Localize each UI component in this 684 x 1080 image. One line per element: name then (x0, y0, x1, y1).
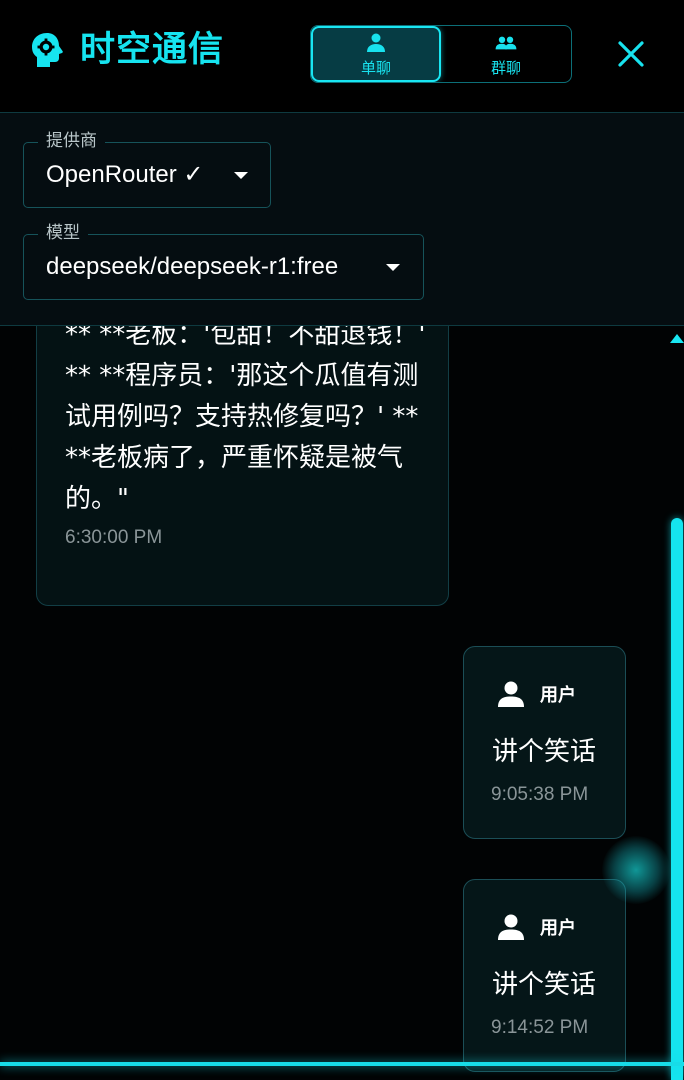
message-timestamp: 9:14:52 PM (491, 1017, 589, 1038)
person-icon (498, 914, 524, 940)
message-line: 试用例吗？支持热修复吗？' ** (65, 402, 419, 432)
provider-label: 提供商 (38, 130, 105, 152)
assistant-message-text: ** **老板：'包甜！不甜退钱！' ** **程序员：'那这个瓜值有测 试用例… (65, 326, 426, 520)
head-gear-icon (32, 33, 63, 67)
group-icon (495, 36, 517, 49)
provider-value: OpenRouter ✓ (46, 161, 204, 188)
message-line: 的。" (65, 484, 129, 514)
provider-select[interactable]: 提供商 OpenRouter ✓ (23, 130, 271, 208)
message-line: **老板病了，严重怀疑是被气 (65, 443, 404, 473)
model-select[interactable]: 模型 deepseek/deepseek-r1:free (23, 222, 424, 300)
sender-name: 用户 (540, 918, 576, 939)
user-message-text: 讲个笑话 (492, 737, 597, 767)
user-message: 用户 讲个笑话 9:05:38 PM (463, 646, 626, 839)
chevron-down-icon (234, 172, 248, 179)
message-timestamp: 6:30:00 PM (65, 527, 163, 548)
close-icon (618, 41, 644, 67)
scrollbar-thumb[interactable] (671, 518, 683, 1080)
model-value: deepseek/deepseek-r1:free (46, 253, 339, 280)
scrollbar[interactable] (670, 326, 684, 1080)
assistant-message: ** **老板：'包甜！不甜退钱！' ** **程序员：'那这个瓜值有测 试用例… (36, 326, 449, 606)
message-line: ** **程序员：'那这个瓜值有测 (65, 361, 419, 391)
person-icon (367, 33, 385, 52)
app-header: 时空通信 单聊 群聊 (0, 0, 684, 112)
tab-group-chat[interactable]: 群聊 (441, 26, 571, 82)
user-message-text: 讲个笑话 (492, 970, 597, 1000)
person-icon (498, 681, 524, 707)
model-label: 模型 (38, 222, 88, 244)
glow-orb (602, 836, 670, 904)
settings-panel: 提供商 OpenRouter ✓ 模型 deepseek/deepseek-r1… (0, 112, 684, 326)
scroll-up-arrow-icon[interactable] (670, 334, 684, 343)
close-button[interactable] (617, 40, 645, 68)
sender-name: 用户 (540, 685, 576, 706)
brand: 时空通信 (30, 30, 224, 70)
user-message: 用户 讲个笑话 9:14:52 PM (463, 879, 626, 1072)
message-sender: 用户 (496, 679, 576, 709)
bottom-glow-line (0, 1062, 684, 1066)
tab-single-chat-label: 单聊 (361, 58, 392, 77)
message-sender: 用户 (496, 912, 576, 942)
chat-mode-switch: 单聊 群聊 (310, 25, 572, 83)
app-title: 时空通信 (80, 30, 225, 70)
chat-messages[interactable]: ** **老板：'包甜！不甜退钱！' ** **程序员：'那这个瓜值有测 试用例… (0, 326, 684, 1080)
chevron-down-icon (386, 264, 400, 271)
message-line: ** **老板：'包甜！不甜退钱！' (65, 326, 426, 350)
tab-group-chat-label: 群聊 (491, 58, 522, 77)
tab-single-chat[interactable]: 单聊 (311, 26, 442, 82)
message-timestamp: 9:05:38 PM (491, 784, 589, 805)
